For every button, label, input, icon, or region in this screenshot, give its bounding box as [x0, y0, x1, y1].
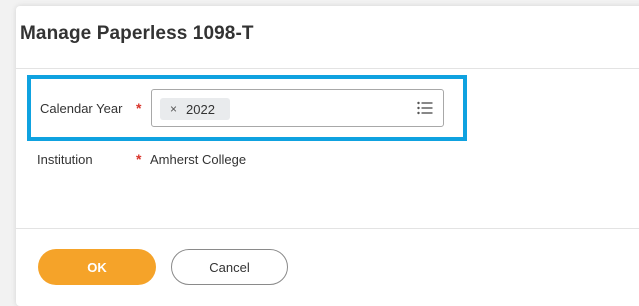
selected-year-pill: × 2022 — [160, 98, 230, 120]
institution-required-marker: * — [136, 151, 142, 167]
calendar-year-label: Calendar Year — [40, 101, 123, 116]
dialog-title: Manage Paperless 1098-T — [20, 23, 254, 44]
institution-label: Institution — [37, 152, 93, 167]
remove-year-icon[interactable]: × — [170, 102, 177, 116]
cancel-button[interactable]: Cancel — [171, 249, 288, 285]
institution-value: Amherst College — [150, 152, 247, 167]
footer-divider — [16, 228, 639, 229]
calendar-year-input[interactable]: × 2022 — [151, 89, 444, 127]
selected-year-value: 2022 — [186, 101, 215, 117]
header-divider — [16, 68, 639, 69]
calendar-year-required-marker: * — [136, 100, 142, 116]
ok-button[interactable]: OK — [38, 249, 156, 285]
list-icon[interactable] — [417, 101, 433, 115]
